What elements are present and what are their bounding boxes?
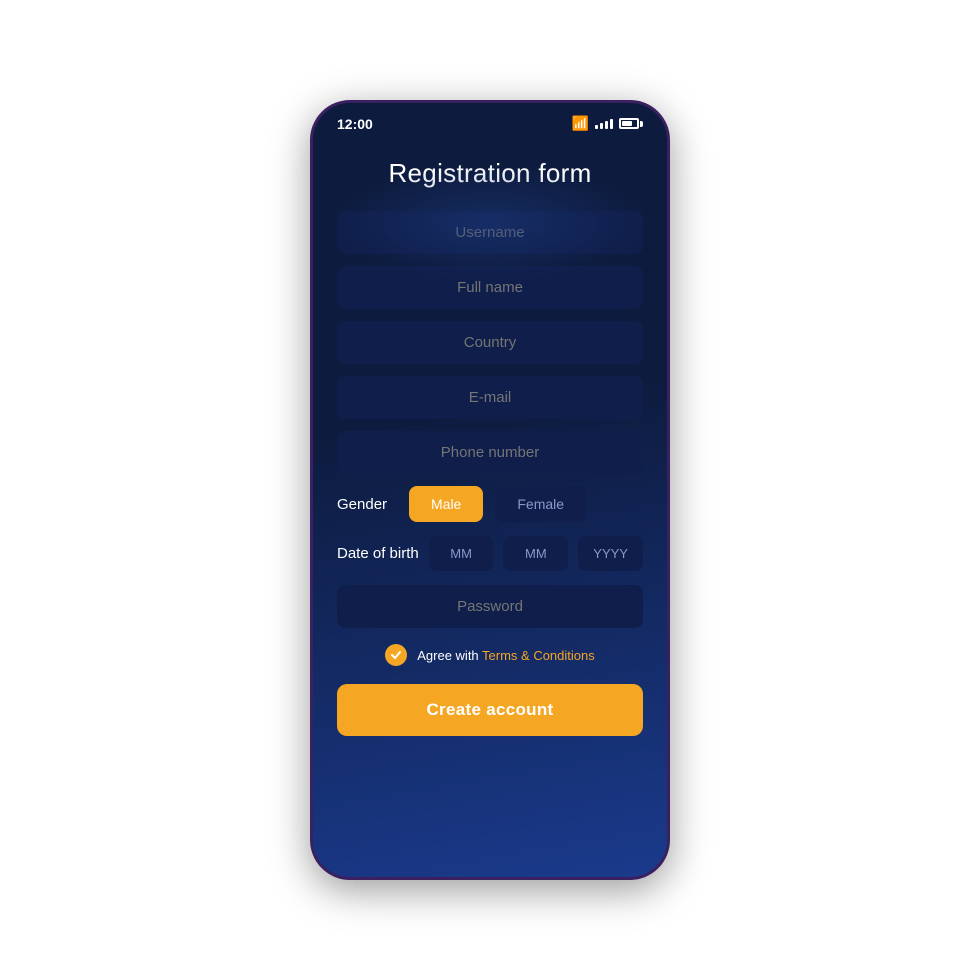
wifi-icon: 📶	[572, 115, 589, 132]
status-bar: 12:00 📶	[313, 103, 667, 138]
gender-male-button[interactable]: Male	[409, 486, 483, 522]
terms-text: Agree with Terms & Conditions	[417, 648, 595, 663]
dob-month2-input[interactable]: MM	[503, 536, 568, 571]
country-input[interactable]	[337, 321, 643, 364]
signal-icon	[595, 119, 613, 129]
terms-checkbox[interactable]	[385, 644, 407, 666]
screen-content: Registration form Gender Male Female Dat…	[313, 138, 667, 877]
gender-female-button[interactable]: Female	[495, 486, 586, 522]
form-title: Registration form	[337, 158, 643, 189]
battery-icon	[619, 118, 643, 129]
dob-year-input[interactable]: YYYY	[578, 536, 643, 571]
status-icons: 📶	[572, 115, 643, 132]
dob-label: Date of birth	[337, 545, 419, 562]
phone-frame: 12:00 📶 Registration form	[310, 100, 670, 880]
email-input[interactable]	[337, 376, 643, 419]
terms-link[interactable]: Terms & Conditions	[482, 648, 595, 663]
fullname-input[interactable]	[337, 266, 643, 309]
username-input[interactable]	[337, 211, 643, 254]
create-account-button[interactable]: Create account	[337, 684, 643, 736]
gender-label: Gender	[337, 496, 397, 513]
gender-row: Gender Male Female	[337, 486, 643, 522]
dob-month1-input[interactable]: MM	[429, 536, 494, 571]
status-time: 12:00	[337, 116, 373, 132]
checkmark-icon	[390, 649, 402, 661]
password-input[interactable]	[337, 585, 643, 628]
dob-row: Date of birth MM MM YYYY	[337, 536, 643, 571]
phone-input[interactable]	[337, 431, 643, 474]
terms-row: Agree with Terms & Conditions	[337, 644, 643, 666]
